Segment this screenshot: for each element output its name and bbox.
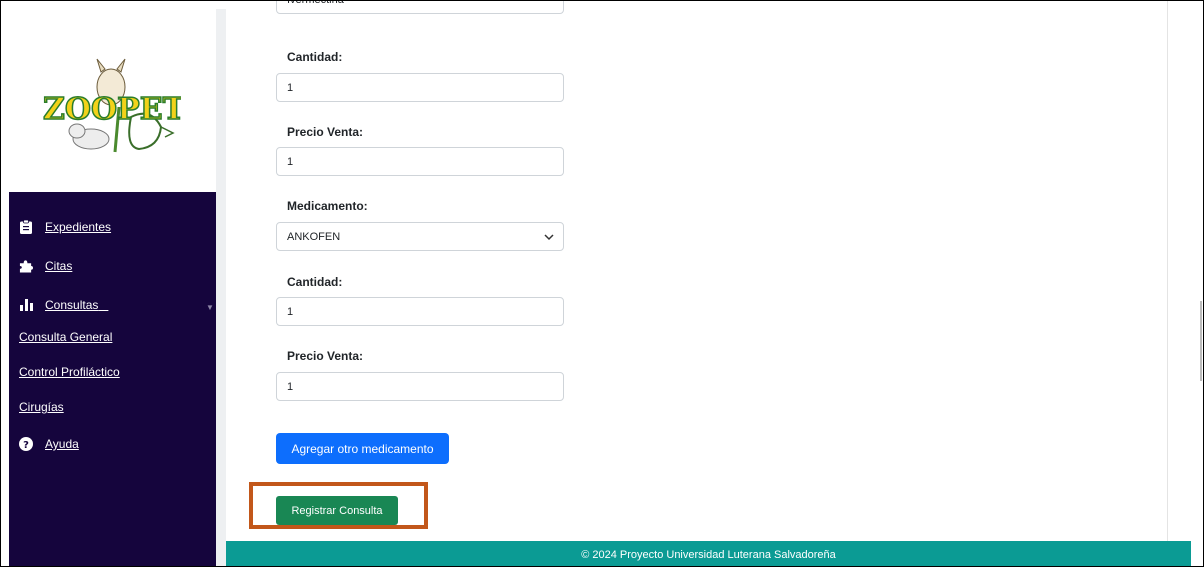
medicamento-label: Medicamento: xyxy=(287,199,368,213)
nav-label-consultas[interactable]: Consultas xyxy=(45,298,98,312)
puzzle-icon xyxy=(19,259,33,273)
zoopet-logo: ZOOPET xyxy=(42,58,181,153)
nav-consulta-general[interactable]: Consulta General xyxy=(19,330,112,344)
cantidad-input-2[interactable]: 1 xyxy=(276,297,564,326)
precio-venta-label-2: Precio Venta: xyxy=(287,349,364,363)
svg-text:?: ? xyxy=(23,440,29,451)
logo-area: ZOOPET xyxy=(9,9,216,192)
help-circle-icon: ? xyxy=(19,437,33,451)
nav-expedientes[interactable]: Expedientes xyxy=(19,220,111,234)
medicamento-select-value: ANKOFEN xyxy=(287,230,341,243)
precio-venta-label: Precio Venta: xyxy=(287,125,364,139)
sidebar: ZOOPET Expedientes Citas Consultas ▼ Con… xyxy=(9,9,216,566)
nav-citas[interactable]: Citas xyxy=(19,259,72,273)
bar-chart-icon xyxy=(19,298,33,312)
footer: © 2024 Proyecto Universidad Luterana Sal… xyxy=(226,541,1191,566)
nav-cirugias[interactable]: Cirugías xyxy=(19,400,64,414)
gutter xyxy=(216,9,226,566)
medicamento-select-partial[interactable]: Ivermectina xyxy=(276,1,564,14)
nav-label-citas[interactable]: Citas xyxy=(45,259,72,273)
precio-venta-input-2[interactable]: 1 xyxy=(276,372,564,401)
cantidad-label: Cantidad: xyxy=(287,50,343,64)
scrollbar[interactable] xyxy=(1200,301,1202,381)
clipboard-icon xyxy=(19,220,33,234)
chevron-down-icon[interactable]: ▼ xyxy=(206,303,214,312)
cantidad-input[interactable]: 1 xyxy=(276,73,564,102)
nav-label-expedientes[interactable]: Expedientes xyxy=(45,220,111,234)
nav-control-profilactico[interactable]: Control Profiláctico xyxy=(19,365,120,379)
nav-label-ayuda[interactable]: Ayuda xyxy=(45,437,79,451)
highlight-box xyxy=(249,482,428,529)
cantidad-label-2: Cantidad: xyxy=(287,275,343,289)
chevron-down-icon xyxy=(544,232,554,244)
medicamento-select[interactable]: ANKOFEN xyxy=(276,222,564,251)
nav-ayuda[interactable]: ? Ayuda xyxy=(19,437,79,451)
svg-text:ZOOPET: ZOOPET xyxy=(43,92,181,127)
nav-consultas[interactable]: Consultas xyxy=(19,298,108,312)
add-medication-button[interactable]: Agregar otro medicamento xyxy=(276,433,449,464)
footer-text: © 2024 Proyecto Universidad Luterana Sal… xyxy=(581,548,836,561)
app-window: ZOOPET Expedientes Citas Consultas ▼ Con… xyxy=(0,0,1204,567)
precio-venta-input[interactable]: 1 xyxy=(276,147,564,176)
